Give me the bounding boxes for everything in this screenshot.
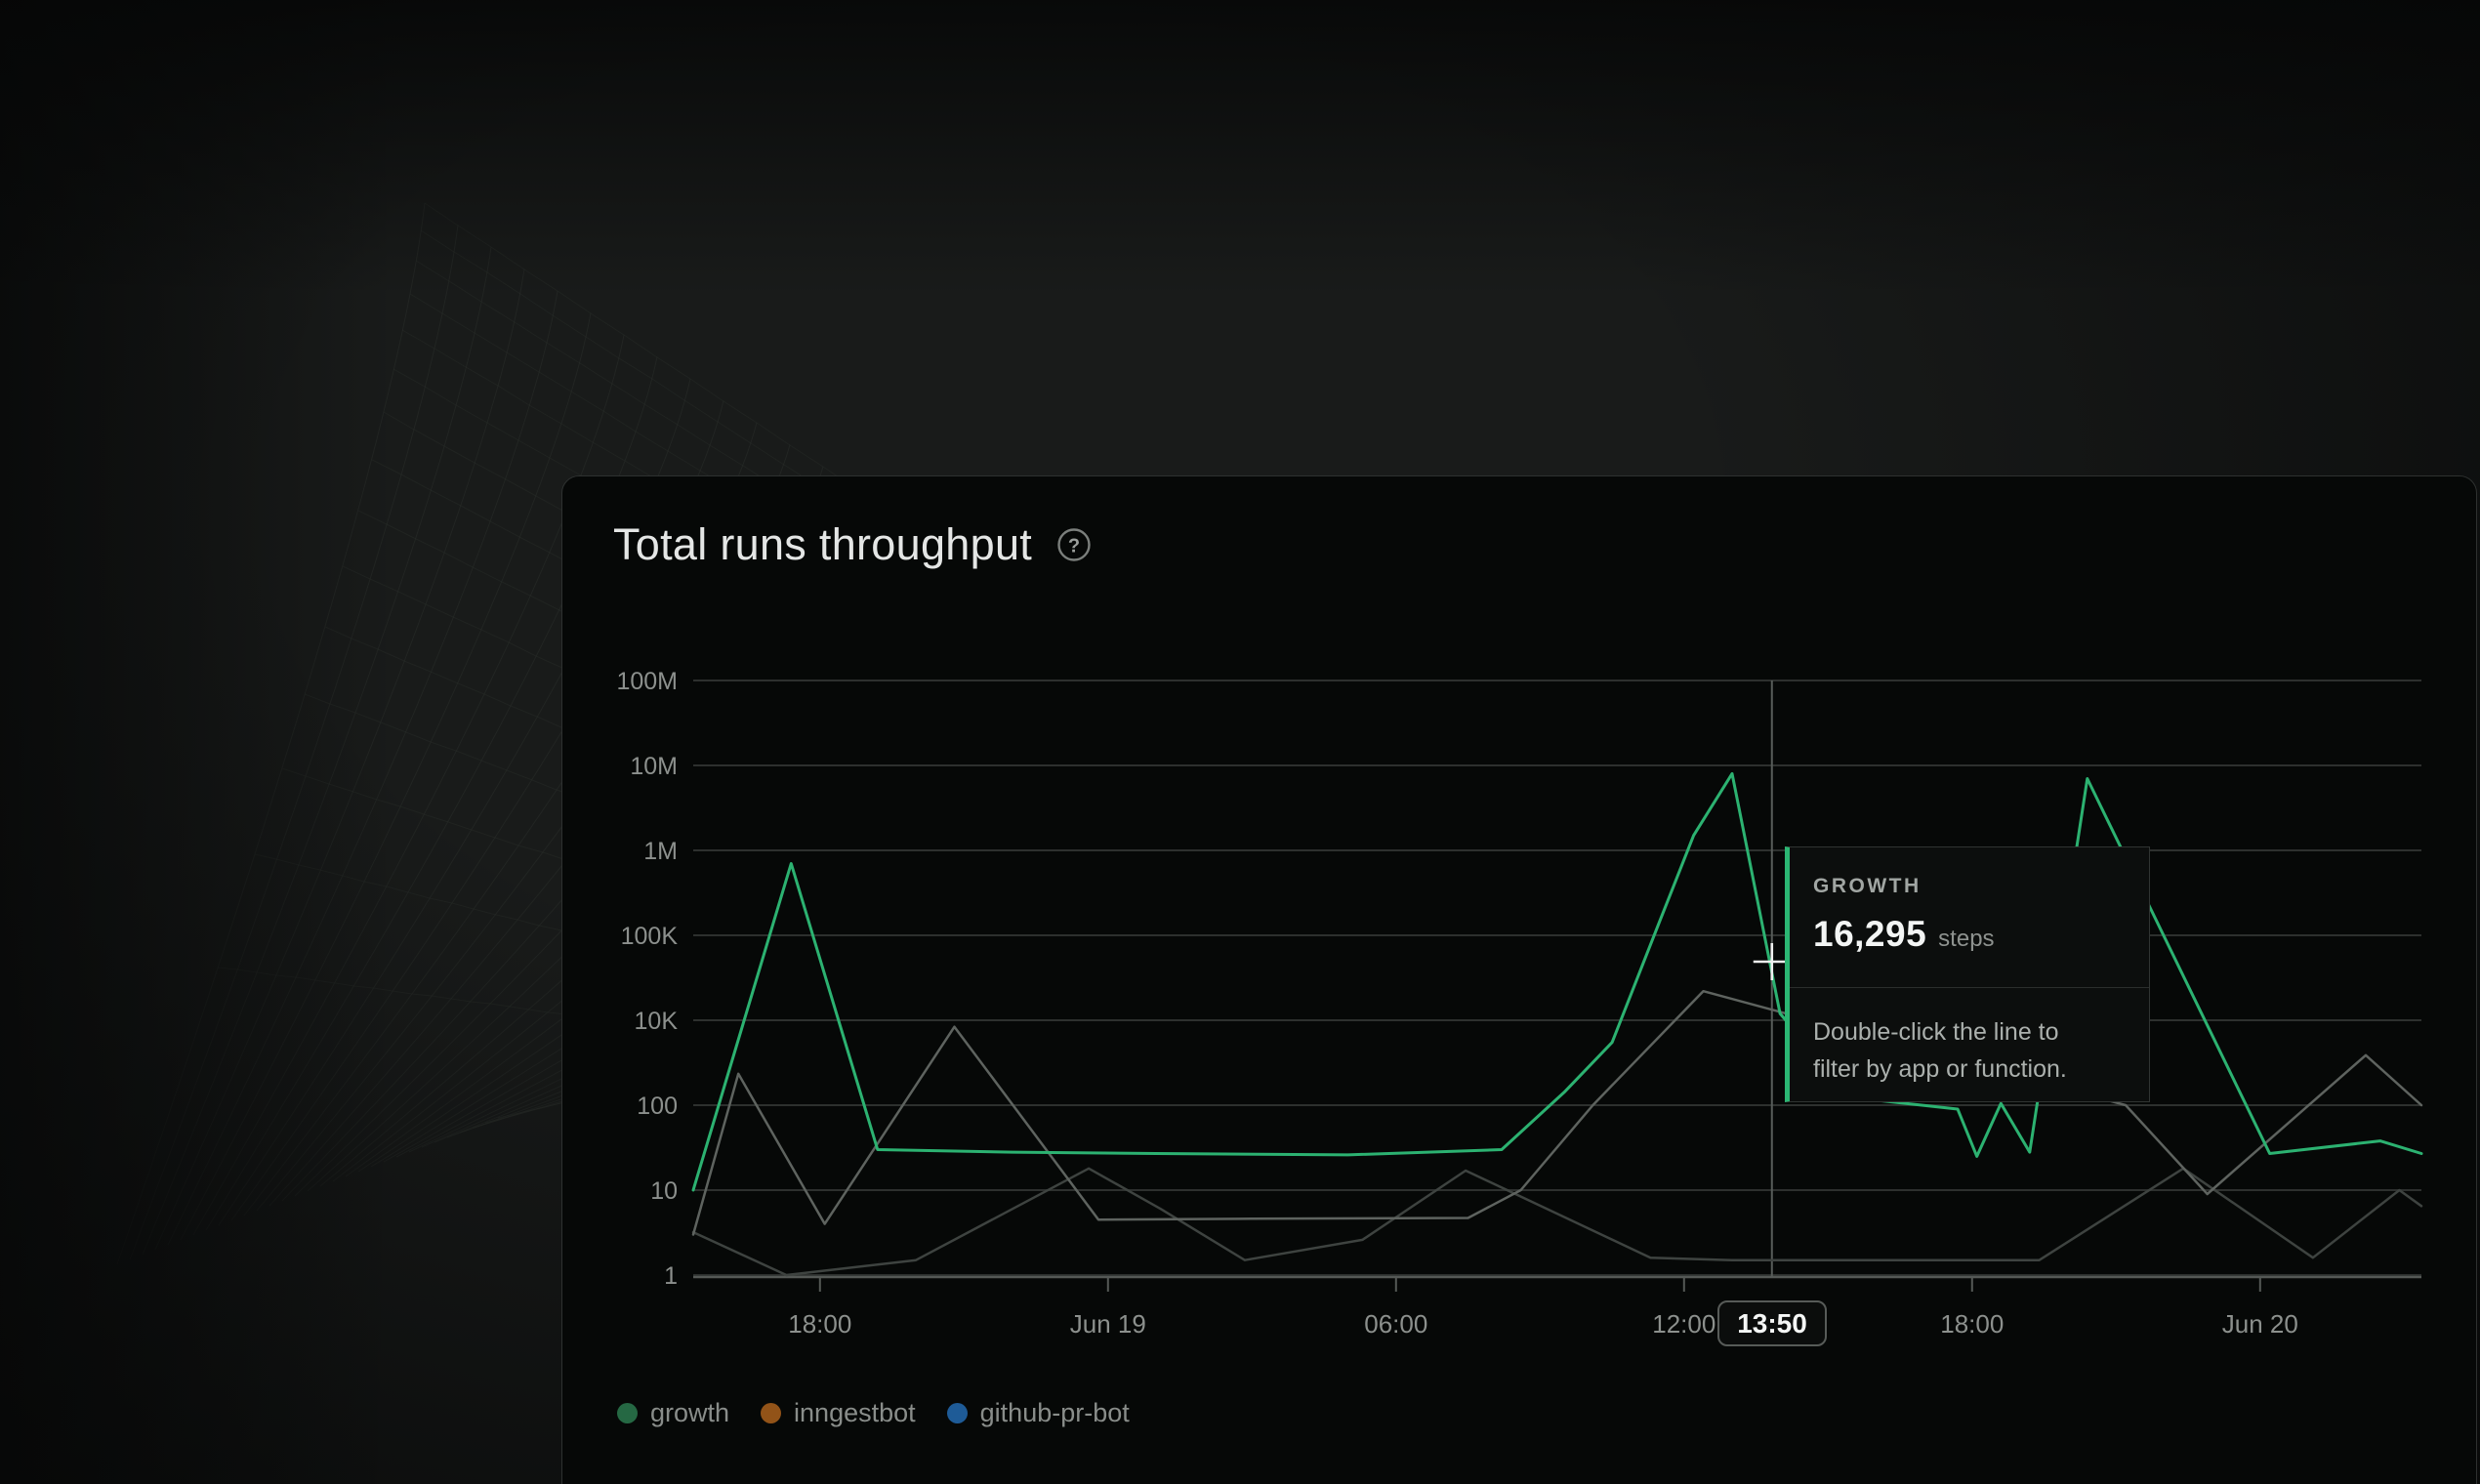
tooltip-hint-line2: filter by app or function.	[1813, 1055, 2067, 1083]
tooltip-value-row: 16,295 steps	[1813, 914, 2126, 955]
tooltip-hint: Double-click the line to filter by app o…	[1790, 988, 2149, 1088]
inngestbot-series-dot-icon	[761, 1403, 781, 1423]
svg-text:?: ?	[1068, 536, 1080, 557]
card-header: Total runs throughput ?	[613, 519, 1093, 570]
tooltip-header: GROWTH 16,295 steps	[1790, 847, 2149, 988]
help-icon[interactable]: ?	[1055, 526, 1093, 563]
github-pr-bot-series-dot-icon	[947, 1403, 968, 1423]
mesh-line	[155, 269, 524, 1251]
legend-item-growth[interactable]: growth	[617, 1398, 729, 1428]
tooltip-hint-line1: Double-click the line to	[1813, 1018, 2059, 1046]
legend-label: growth	[650, 1398, 729, 1428]
tooltip-series-label: GROWTH	[1813, 875, 2126, 898]
legend-label: github-pr-bot	[980, 1398, 1130, 1428]
dashboard-screen: Total runs throughput ? 11010010K100K1M1…	[0, 0, 2480, 1484]
chart-tooltip: GROWTH 16,295 steps Double-click the lin…	[1785, 846, 2150, 1102]
growth-series-dot-icon	[617, 1403, 638, 1423]
mesh-line	[143, 247, 491, 1255]
legend-label: inngestbot	[794, 1398, 916, 1428]
mesh-line	[117, 203, 425, 1264]
chart-legend: growth inngestbot github-pr-bot	[617, 1398, 1130, 1428]
crosshair-time-badge: 13:50	[1717, 1300, 1827, 1346]
mesh-line	[130, 226, 458, 1260]
tooltip-unit: steps	[1938, 926, 1994, 953]
chart-title: Total runs throughput	[613, 519, 1032, 570]
mesh-line	[181, 313, 591, 1241]
throughput-card: Total runs throughput ?	[561, 475, 2477, 1484]
tooltip-value: 16,295	[1813, 914, 1926, 955]
legend-item-github-pr-bot[interactable]: github-pr-bot	[947, 1398, 1130, 1428]
legend-item-inngestbot[interactable]: inngestbot	[761, 1398, 916, 1428]
